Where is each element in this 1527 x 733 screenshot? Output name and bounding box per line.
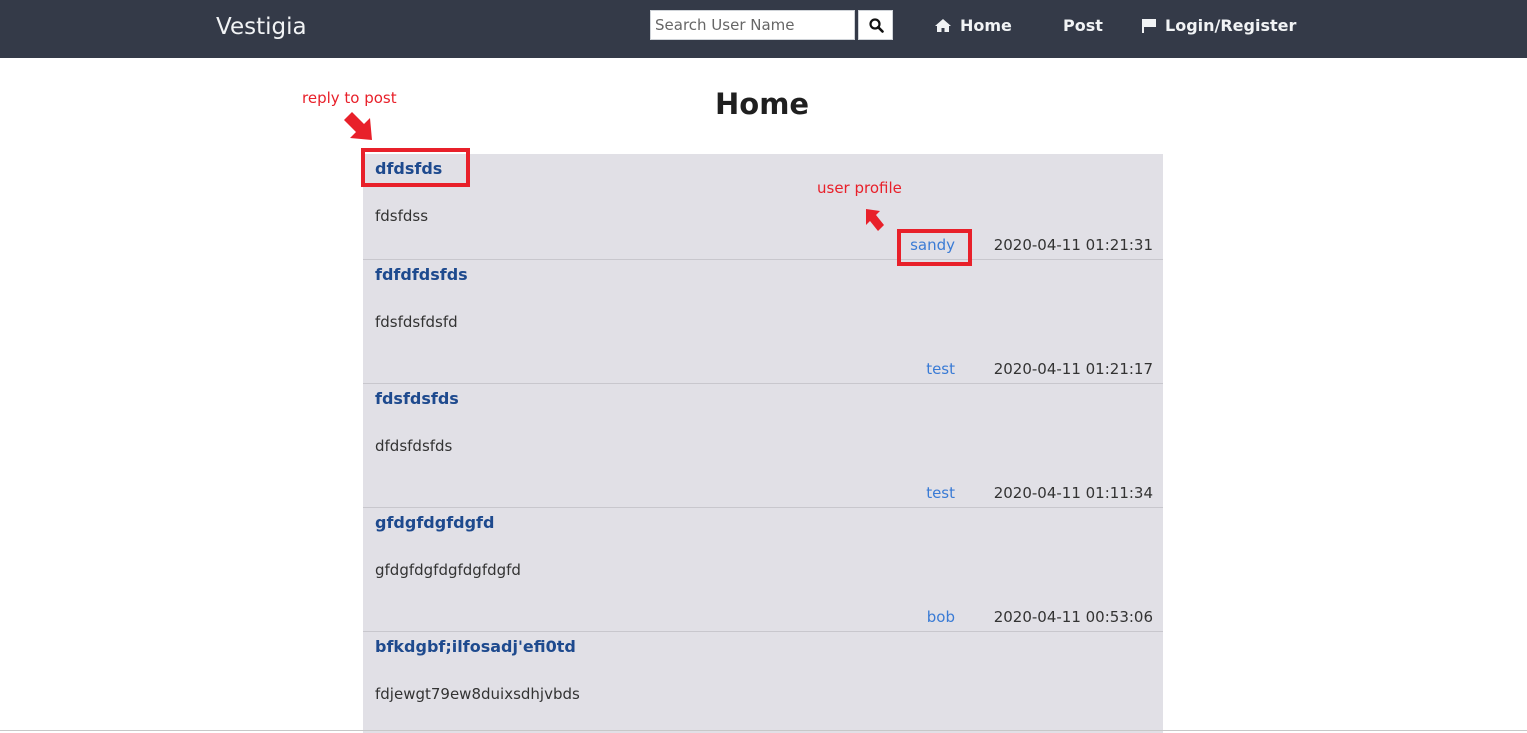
reply-highlight-box	[361, 148, 470, 187]
post-item: gfdgfdgfdgfd gfdgfdgfdgfdgfdgfd bob 2020…	[363, 508, 1163, 632]
post-timestamp: 2020-04-11 01:11:34	[993, 484, 1153, 502]
nav-home-label: Home	[960, 16, 1012, 35]
post-user-link[interactable]: bob	[927, 607, 955, 627]
profile-highlight-box	[897, 229, 972, 266]
top-navbar: Vestigia Home Post Login/Register	[0, 0, 1527, 58]
search-icon	[869, 18, 884, 33]
brand-logo[interactable]: Vestigia	[216, 13, 307, 41]
post-body: fdjewgt79ew8duixsdhjvbds	[375, 685, 580, 703]
post-title-link[interactable]: bfkdgbf;ilfosadj'efi0td	[375, 636, 576, 658]
post-timestamp: 2020-04-11 01:21:17	[993, 360, 1153, 378]
search-input[interactable]	[650, 10, 855, 40]
nav-login-label: Login/Register	[1165, 16, 1297, 35]
arrow-down-right-icon	[344, 112, 372, 140]
post-title-link[interactable]: fdsfdsfds	[375, 388, 459, 410]
nav-login-link[interactable]: Login/Register	[1141, 16, 1296, 38]
post-item: fdfdfdsfds fdsfdsfdsfd test 2020-04-11 0…	[363, 260, 1163, 384]
reply-annotation-label: reply to post	[302, 89, 397, 107]
search-button[interactable]	[858, 10, 893, 40]
post-title-link[interactable]: gfdgfdgfdgfd	[375, 512, 494, 534]
post-body: fdsfdsfdsfd	[375, 313, 458, 331]
flag-icon	[1141, 18, 1157, 38]
post-body: dfdsfdsfds	[375, 437, 453, 455]
page-divider	[0, 730, 1527, 731]
post-timestamp: 2020-04-11 00:53:06	[993, 608, 1153, 626]
post-item: fdsfdsfds dfdsfdsfds test 2020-04-11 01:…	[363, 384, 1163, 508]
post-item: dfdsfds fdsfdss sandy 2020-04-11 01:21:3…	[363, 154, 1163, 260]
post-timestamp: 2020-04-11 01:21:31	[993, 236, 1153, 254]
post-body: gfdgfdgfdgfdgfdgfd	[375, 561, 521, 579]
post-user-link[interactable]: test	[926, 359, 955, 379]
nav-post-link[interactable]: Post	[1063, 16, 1103, 36]
nav-post-label: Post	[1063, 16, 1103, 35]
profile-annotation-label: user profile	[817, 179, 902, 197]
nav-home-link[interactable]: Home	[934, 16, 1012, 38]
post-item: bfkdgbf;ilfosadj'efi0td fdjewgt79ew8duix…	[363, 632, 1163, 733]
arrow-up-left-icon	[866, 209, 884, 231]
home-icon	[934, 18, 952, 38]
post-user-link[interactable]: test	[926, 483, 955, 503]
page-title: Home	[715, 87, 810, 121]
post-body: fdsfdss	[375, 207, 429, 225]
post-list: dfdsfds fdsfdss sandy 2020-04-11 01:21:3…	[363, 154, 1163, 733]
post-title-link[interactable]: fdfdfdsfds	[375, 264, 468, 286]
